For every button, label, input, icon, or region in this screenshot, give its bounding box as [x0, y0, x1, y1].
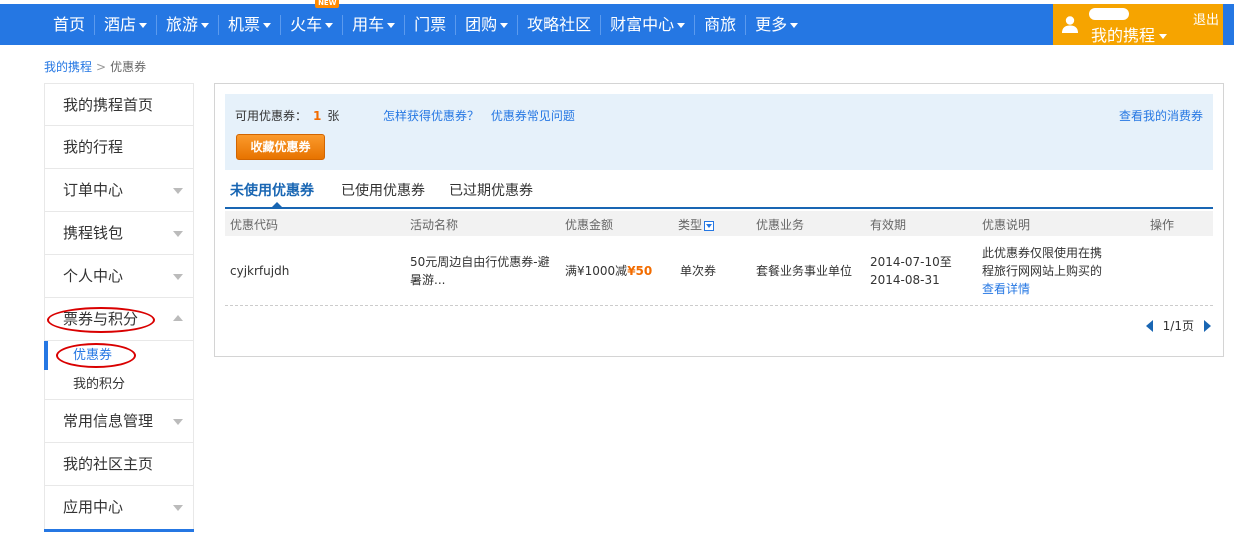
- activity-name: 50元周边自由行优惠券-避 暑游...: [410, 255, 550, 287]
- nav-item-guide[interactable]: 攻略社区: [518, 4, 600, 45]
- consumer-voucher-link[interactable]: 查看我的消费券: [1119, 107, 1203, 124]
- sidebar-item-personal[interactable]: 个人中心: [44, 255, 194, 298]
- faq-link[interactable]: 优惠券常见问题: [491, 109, 575, 123]
- breadcrumb-current: 优惠券: [110, 60, 147, 74]
- collect-coupon-button[interactable]: 收藏优惠券: [236, 134, 325, 160]
- table-header: 优惠代码 活动名称 优惠金额 类型 优惠业务 有效期 优惠说明 操作: [225, 211, 1213, 236]
- discount-amount: 满¥1000减¥50: [565, 264, 653, 278]
- active-tab-pointer: [272, 202, 282, 207]
- chevron-down-icon: [1159, 34, 1168, 39]
- breadcrumb: 我的携程 > 优惠券: [44, 58, 146, 75]
- sidebar-subitem-coupons[interactable]: 优惠券: [44, 341, 194, 370]
- chevron-down-icon: [790, 23, 799, 28]
- page-indicator: 1/1页: [1162, 319, 1194, 333]
- coupon-description: 此优惠券仅限使用在携 程旅行网网站上购买的 查看详情: [982, 246, 1103, 296]
- logout-link[interactable]: 退出: [1193, 9, 1219, 28]
- tab-unused[interactable]: 未使用优惠券: [230, 180, 314, 207]
- breadcrumb-home-link[interactable]: 我的携程: [44, 60, 92, 74]
- coupon-panel: 可用优惠券： 1 张 怎样获得优惠券？ 优惠券常见问题 查看我的消费券 收藏优惠券 …: [214, 83, 1224, 357]
- prev-page-icon[interactable]: [1145, 319, 1153, 332]
- column-header: 活动名称: [410, 218, 459, 232]
- my-trip-menu[interactable]: 我的携程: [1091, 22, 1168, 46]
- nav-item-hotel[interactable]: 酒店: [95, 4, 156, 45]
- help-links: 怎样获得优惠券？ 优惠券常见问题: [383, 107, 583, 124]
- nav-item-more[interactable]: 更多: [746, 4, 807, 45]
- breadcrumb-separator: >: [96, 60, 107, 74]
- user-icon: [1062, 16, 1078, 33]
- sidebar-subitem-points[interactable]: 我的积分: [44, 370, 194, 400]
- pagination: 1/1页: [1145, 317, 1211, 334]
- view-details-link[interactable]: 查看详情: [982, 282, 1030, 296]
- available-count: 1: [313, 109, 322, 123]
- chevron-down-icon: [173, 231, 183, 237]
- chevron-down-icon: [173, 188, 183, 194]
- chevron-down-icon: [325, 23, 334, 28]
- available-coupons: 可用优惠券： 1 张: [235, 109, 340, 123]
- chevron-down-icon: [139, 23, 148, 28]
- next-page-icon[interactable]: [1204, 319, 1211, 332]
- masked-username: [1089, 8, 1129, 20]
- nav-item-tickets[interactable]: 门票: [405, 4, 455, 45]
- nav-item-travel[interactable]: 旅游: [157, 4, 218, 45]
- chevron-down-icon: [173, 274, 183, 280]
- sidebar-item-trips[interactable]: 我的行程: [44, 126, 194, 169]
- dropdown-icon[interactable]: [704, 220, 715, 231]
- nav-item-flights[interactable]: 机票: [219, 4, 280, 45]
- chevron-down-icon: [173, 505, 183, 511]
- column-header: 优惠代码: [230, 218, 279, 232]
- nav-item-wealth[interactable]: 财富中心: [601, 4, 694, 45]
- nav-item-train[interactable]: NEW 火车: [281, 0, 342, 45]
- validity-period: 2014-07-10至 2014-08-31: [870, 255, 952, 287]
- column-header: 优惠金额: [565, 218, 614, 232]
- nav-item-home[interactable]: 首页: [44, 4, 94, 45]
- new-badge: NEW: [315, 0, 340, 8]
- top-nav-bar: 首页 酒店 旅游 机票 NEW 火车 用车 门票 团购 攻略社区 财富中心 商旅 …: [0, 0, 1234, 45]
- chevron-down-icon: [173, 419, 183, 425]
- column-header: 优惠说明: [982, 218, 1031, 232]
- sidebar: 我的携程首页 我的行程 订单中心 携程钱包 个人中心 票券与积分 优惠券 我的积…: [44, 83, 194, 532]
- how-to-get-link[interactable]: 怎样获得优惠券？: [383, 109, 479, 123]
- chevron-down-icon: [387, 23, 396, 28]
- table-row: cyjkrfujdh 50元周边自由行优惠券-避 暑游... 满¥1000减¥50…: [225, 236, 1213, 306]
- sidebar-item-home[interactable]: 我的携程首页: [44, 83, 194, 126]
- nav-item-business[interactable]: 商旅: [695, 4, 745, 45]
- chevron-up-icon: [173, 315, 183, 321]
- main-menu: 首页 酒店 旅游 机票 NEW 火车 用车 门票 团购 攻略社区 财富中心 商旅 …: [44, 0, 807, 45]
- column-header: 操作: [1150, 218, 1175, 232]
- user-box: 我的携程 退出: [1053, 4, 1223, 45]
- tab-expired[interactable]: 已过期优惠券: [449, 180, 533, 200]
- sidebar-item-orders[interactable]: 订单中心: [44, 169, 194, 212]
- chevron-down-icon: [201, 23, 210, 28]
- sidebar-item-info-management[interactable]: 常用信息管理: [44, 400, 194, 443]
- chevron-down-icon: [500, 23, 509, 28]
- sidebar-item-apps[interactable]: 应用中心: [44, 486, 194, 529]
- column-header: 有效期: [870, 218, 907, 232]
- coupon-business: 套餐业务事业单位: [756, 264, 853, 278]
- sidebar-item-vouchers-points[interactable]: 票券与积分: [44, 298, 194, 341]
- coupon-code: cyjkrfujdh: [230, 264, 290, 278]
- nav-item-car[interactable]: 用车: [343, 4, 404, 45]
- column-header: 优惠业务: [756, 218, 805, 232]
- tab-used[interactable]: 已使用优惠券: [341, 180, 425, 200]
- coupon-info-bar: 可用优惠券： 1 张 怎样获得优惠券？ 优惠券常见问题 查看我的消费券 收藏优惠券: [225, 94, 1213, 170]
- chevron-down-icon: [677, 23, 686, 28]
- type-filter[interactable]: 类型: [678, 216, 715, 233]
- nav-item-groupbuy[interactable]: 团购: [456, 4, 517, 45]
- coupon-tabs: 未使用优惠券 已使用优惠券 已过期优惠券: [225, 174, 1213, 209]
- sidebar-item-wallet[interactable]: 携程钱包: [44, 212, 194, 255]
- sidebar-item-community[interactable]: 我的社区主页: [44, 443, 194, 486]
- coupon-type: 单次券: [680, 264, 717, 278]
- chevron-down-icon: [263, 23, 272, 28]
